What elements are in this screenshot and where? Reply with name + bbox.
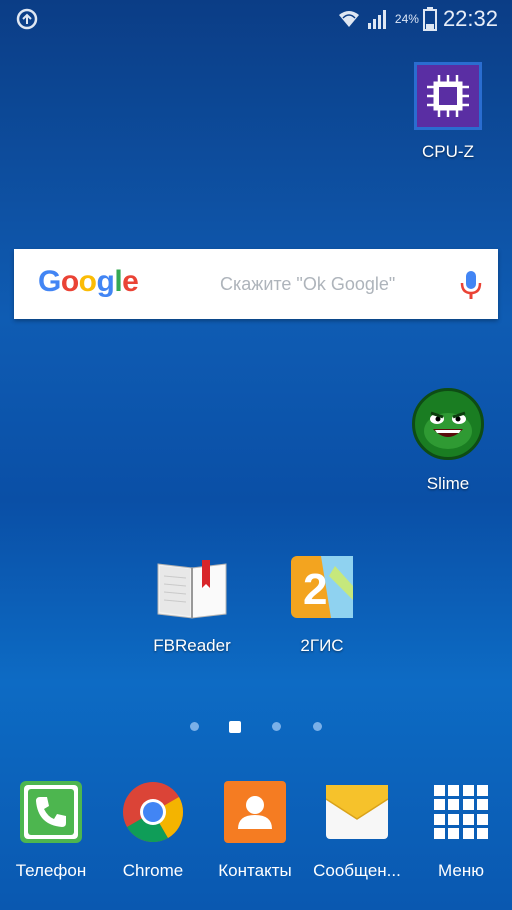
app-2gis[interactable]: 2 2ГИС — [274, 556, 370, 656]
battery-icon — [422, 7, 437, 31]
cpu-chip-icon — [414, 62, 482, 130]
status-time: 22:32 — [442, 6, 498, 31]
svg-text:2: 2 — [303, 565, 327, 614]
dock-label: Контакты — [218, 861, 292, 880]
app-label: Slime — [426, 474, 470, 493]
battery-percent: 24% — [394, 12, 419, 26]
page-dot[interactable] — [190, 722, 199, 731]
dock-item-menu[interactable]: Меню — [410, 778, 512, 881]
signal-icon — [367, 10, 386, 29]
app-cpu-z[interactable]: CPU-Z — [402, 62, 494, 162]
app-label: FBReader — [153, 636, 231, 655]
apps-grid-icon — [430, 781, 492, 843]
google-search-bar[interactable]: Google Скажите "Ok Google" — [14, 249, 498, 319]
page-dot[interactable] — [272, 722, 281, 731]
app-label: CPU-Z — [422, 142, 474, 161]
dock-item-contacts[interactable]: Контакты — [204, 778, 306, 881]
slime-face-icon — [412, 388, 484, 460]
dock-item-chrome[interactable]: Chrome — [102, 778, 204, 881]
book-icon — [154, 556, 230, 622]
dock-label: Сообщен... — [313, 861, 401, 880]
mic-icon[interactable] — [458, 269, 484, 301]
google-logo: Google — [38, 265, 139, 298]
dock: Телефон Chrome Контакты Сообщен... Меню — [0, 778, 512, 910]
dock-label: Chrome — [122, 861, 184, 880]
sync-icon — [16, 8, 38, 30]
page-indicator — [0, 720, 512, 734]
page-dot[interactable] — [313, 722, 322, 731]
messages-icon — [325, 781, 389, 843]
contacts-icon — [224, 781, 286, 843]
search-hint: Скажите "Ok Google" — [220, 274, 396, 294]
chrome-icon — [122, 781, 184, 843]
page-dot-active[interactable] — [229, 721, 241, 733]
phone-icon — [20, 781, 82, 843]
map-2gis-icon: 2 — [291, 556, 353, 618]
app-slime[interactable]: Slime — [406, 388, 490, 494]
app-fbreader[interactable]: FBReader — [140, 556, 244, 656]
dock-label: Меню — [438, 861, 484, 880]
dock-item-messages[interactable]: Сообщен... — [306, 778, 408, 881]
dock-label: Телефон — [15, 861, 87, 880]
app-label: 2ГИС — [300, 636, 344, 655]
dock-item-phone[interactable]: Телефон — [0, 778, 102, 881]
wifi-icon — [338, 11, 359, 27]
status-bar: 24% 22:32 — [0, 0, 512, 38]
